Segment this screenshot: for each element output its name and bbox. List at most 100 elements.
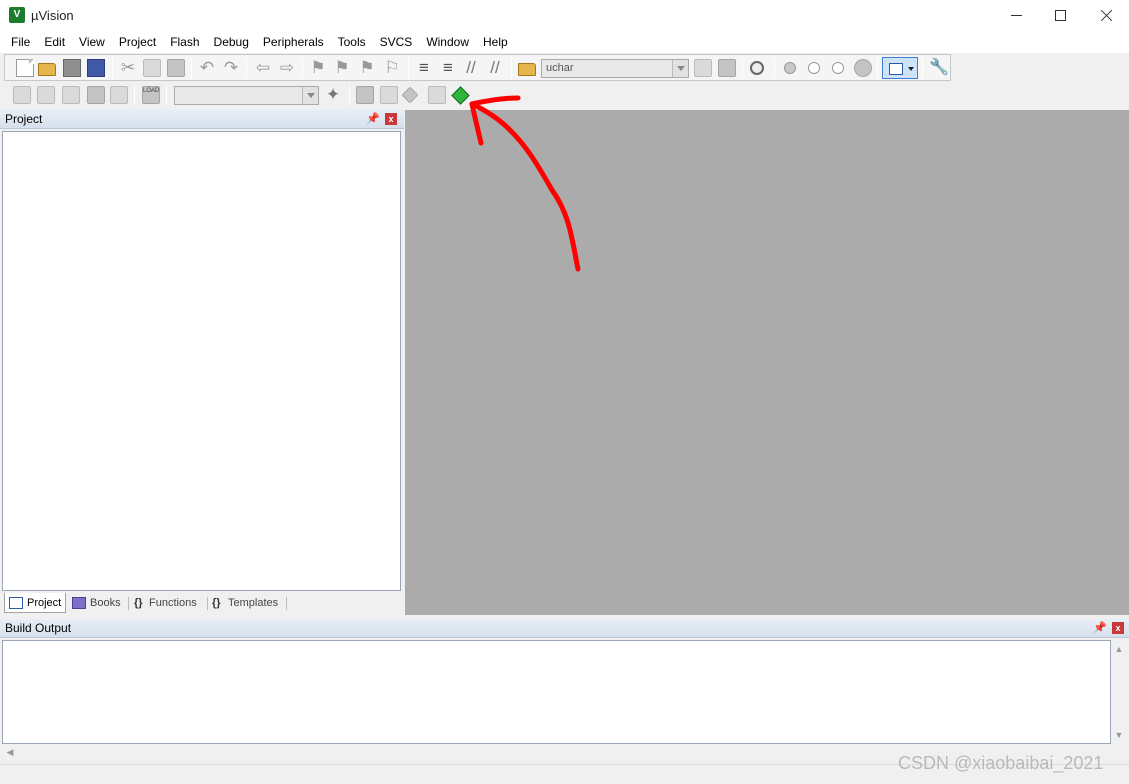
chevron-down-icon[interactable] [672, 60, 688, 77]
menu-flash[interactable]: Flash [163, 31, 206, 53]
window-layout-dropdown-icon[interactable] [882, 57, 918, 79]
watermark: CSDN @xiaobaibai_2021 [898, 753, 1104, 773]
close-button[interactable] [1083, 0, 1129, 31]
tab-functions[interactable]: {} Functions [130, 593, 206, 613]
file-extensions-icon[interactable] [356, 86, 374, 104]
menu-svcs[interactable]: SVCS [373, 31, 420, 53]
save-icon[interactable] [63, 59, 81, 77]
menu-help[interactable]: Help [476, 31, 515, 53]
menu-debug[interactable]: Debug [207, 31, 256, 53]
load-download-icon[interactable]: LOAD [142, 86, 160, 104]
bookmark-icon[interactable]: ⚑ [309, 59, 327, 77]
menu-edit[interactable]: Edit [37, 31, 72, 53]
translate-icon[interactable] [13, 86, 31, 104]
menu-tools[interactable]: Tools [331, 31, 373, 53]
close-icon [1100, 9, 1113, 22]
templates-icon: {} [212, 597, 221, 609]
minimize-button[interactable] [993, 0, 1039, 31]
next-bookmark-icon[interactable]: ⚑ [358, 59, 376, 77]
scroll-left-icon[interactable]: ◀ [5, 747, 15, 757]
unindent-icon[interactable]: ≡ [439, 59, 457, 77]
menu-file[interactable]: File [4, 31, 37, 53]
maximize-icon [1054, 10, 1066, 21]
menu-view[interactable]: View [72, 31, 112, 53]
scroll-down-icon[interactable]: ▼ [1114, 730, 1124, 740]
tab-books[interactable]: Books [68, 593, 128, 613]
project-panel-title: Project [5, 112, 43, 126]
find-icon[interactable] [694, 59, 712, 77]
toolbar-separator [742, 58, 743, 79]
menu-bar: File Edit View Project Flash Debug Perip… [0, 31, 1129, 53]
pack-installer-green-icon[interactable] [451, 86, 470, 105]
tab-templates-label: Templates [228, 597, 279, 609]
toolbar-separator [922, 58, 923, 79]
books-icon [72, 597, 86, 609]
close-panel-icon[interactable]: x [1112, 622, 1124, 634]
navigate-back-icon[interactable]: ⇦ [254, 59, 272, 77]
vertical-scrollbar[interactable]: ▲ ▼ [1111, 640, 1128, 744]
rebuild-icon[interactable] [62, 86, 80, 104]
menu-peripherals[interactable]: Peripherals [256, 31, 331, 53]
editor-area[interactable] [405, 110, 1129, 615]
stop-build-icon[interactable] [110, 86, 128, 104]
project-panel: Project 📌 x Project Books {} Functions {… [0, 110, 404, 615]
debug-session-icon[interactable] [750, 61, 764, 75]
tab-project-label: Project [27, 597, 62, 609]
disable-breakpoint-icon[interactable] [808, 62, 820, 74]
toolbar-separator [408, 58, 409, 79]
project-tab-icon [9, 597, 23, 609]
disable-all-breakpoints-icon[interactable] [832, 62, 844, 74]
incremental-find-icon[interactable] [718, 59, 736, 77]
toolbar-separator [349, 85, 350, 106]
copy-icon[interactable] [143, 59, 161, 77]
configure-wrench-icon[interactable]: 🔧 [929, 59, 949, 77]
build-output-title: Build Output [5, 621, 72, 635]
window-title: µVision [31, 8, 74, 23]
find-combo[interactable]: uchar [541, 59, 689, 78]
navigate-forward-icon[interactable]: ⇨ [278, 59, 296, 77]
select-software-packs-icon[interactable] [428, 86, 446, 104]
indent-icon[interactable]: ≡ [415, 59, 433, 77]
build-output-text[interactable] [2, 640, 1111, 744]
tab-project[interactable]: Project [4, 593, 66, 613]
paste-icon[interactable] [167, 59, 185, 77]
menu-project[interactable]: Project [112, 31, 163, 53]
comment-icon[interactable]: // [462, 59, 480, 77]
toolbar-separator [112, 58, 113, 79]
find-combo-value: uchar [546, 62, 574, 74]
maximize-button[interactable] [1037, 0, 1083, 31]
toolbar-separator [302, 58, 303, 79]
pack-installer-icon[interactable] [401, 86, 419, 104]
toolbar-separator [246, 58, 247, 79]
pin-icon[interactable]: 📌 [1093, 622, 1107, 634]
scroll-up-icon[interactable]: ▲ [1114, 644, 1124, 654]
project-panel-header: Project 📌 x [0, 110, 404, 129]
breakpoint-icon[interactable] [784, 62, 796, 74]
save-all-icon[interactable] [87, 59, 105, 77]
pin-icon[interactable]: 📌 [366, 113, 380, 125]
tab-templates[interactable]: {} Templates [208, 593, 286, 613]
select-target-combo[interactable] [174, 86, 319, 105]
prev-bookmark-icon[interactable]: ⚑ [333, 59, 351, 77]
kill-breakpoints-icon[interactable] [854, 59, 872, 77]
menu-window[interactable]: Window [419, 31, 476, 53]
new-file-icon[interactable] [16, 59, 34, 77]
tab-separator [128, 597, 129, 610]
toolbar-separator [774, 58, 775, 79]
undo-icon[interactable]: ↶ [198, 59, 216, 77]
clear-bookmarks-icon[interactable]: ⚐ [383, 59, 401, 77]
batch-build-icon[interactable] [87, 86, 105, 104]
redo-icon[interactable]: ↷ [222, 59, 240, 77]
chevron-down-icon[interactable] [302, 87, 318, 104]
uncomment-icon[interactable]: // [486, 59, 504, 77]
project-tree[interactable] [2, 131, 401, 591]
manage-components-icon[interactable] [380, 86, 398, 104]
open-folder-icon[interactable] [38, 63, 56, 76]
find-in-files-icon[interactable] [518, 63, 536, 76]
cut-icon[interactable]: ✂ [119, 59, 137, 77]
build-icon[interactable] [37, 86, 55, 104]
minimize-icon [1010, 15, 1022, 16]
close-panel-icon[interactable]: x [385, 113, 397, 125]
title-bar: V µVision [0, 0, 1129, 31]
target-options-wand-icon[interactable]: ✦ [324, 86, 342, 104]
